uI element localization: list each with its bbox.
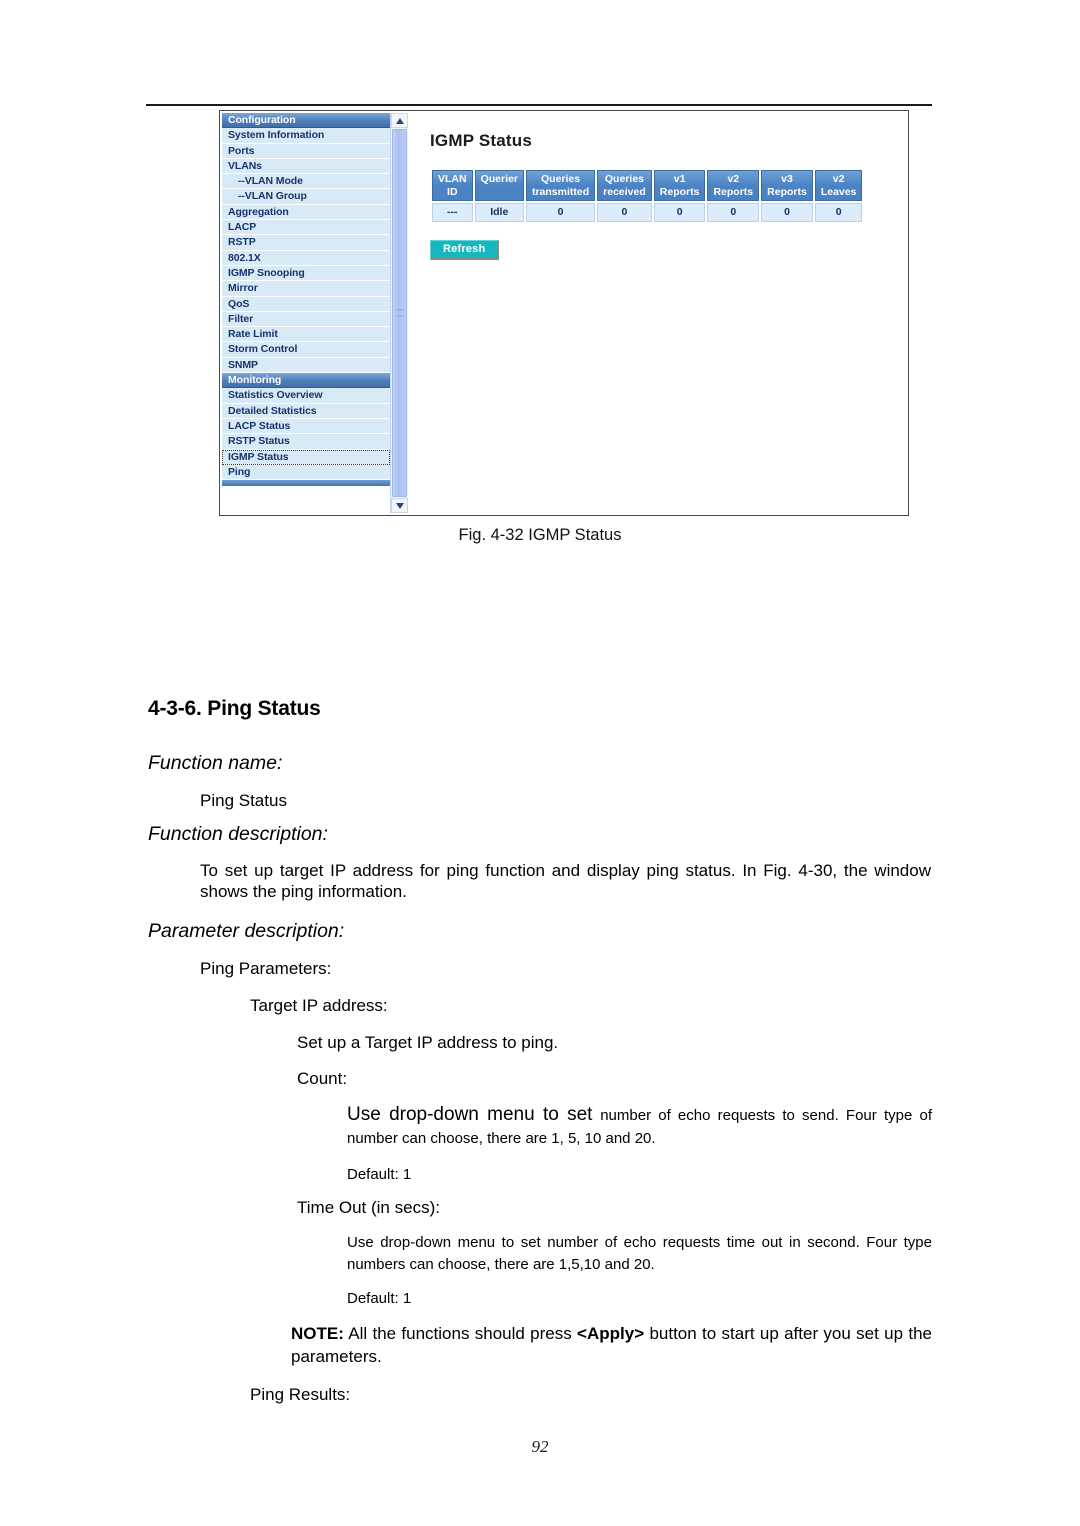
sidebar-item-mirror[interactable]: Mirror — [222, 281, 390, 297]
timeout-label: Time Out (in secs): — [297, 1198, 440, 1217]
table-header-cell: Querier — [474, 170, 524, 201]
scroll-down-arrow-icon[interactable] — [391, 498, 408, 513]
function-description-text: To set up target IP address for ping fun… — [200, 861, 931, 901]
timeout-description: Use drop-down menu to set number of echo… — [347, 1234, 932, 1273]
sidebar-item-vlans[interactable]: VLANs — [222, 158, 390, 175]
sidebar-item-vlan-group[interactable]: --VLAN Group — [222, 189, 390, 205]
sidebar-item-detailed-statistics[interactable]: Detailed Statistics — [222, 403, 390, 419]
timeout-default: Default: 1 — [347, 1290, 412, 1307]
table-header-cell: VLAN ID — [432, 170, 473, 201]
function-name-label: Function name: — [148, 752, 283, 774]
table-cell: 0 — [653, 203, 706, 222]
ping-parameters-label: Ping Parameters: — [200, 959, 332, 978]
sidebar-item-ping[interactable]: Ping — [222, 464, 390, 481]
note-emphasis: <Apply> — [577, 1324, 645, 1343]
count-label: Count: — [297, 1069, 348, 1088]
igmp-status-screenshot: Configuration System Information Ports VLAN… — [219, 110, 909, 516]
sidebar-item-aggregation[interactable]: Aggregation — [222, 204, 390, 221]
table-header-cell: v3 Reports — [761, 170, 813, 201]
app-sidebar: Configuration System Information Ports VLAN… — [222, 113, 410, 513]
sidebar-item-statistics-overview[interactable]: Statistics Overview — [222, 388, 390, 404]
sidebar-item-lacp[interactable]: LACP — [222, 220, 390, 236]
note-block: NOTE: All the functions should press <Ap… — [291, 1322, 932, 1368]
page-title: IGMP Status — [430, 131, 533, 150]
sidebar-item-igmp-snooping[interactable]: IGMP Snooping — [222, 265, 390, 282]
table-header-cell: v2 Reports — [707, 170, 760, 201]
table-cell: 0 — [525, 203, 596, 222]
sidebar-item-802-1x[interactable]: 802.1X — [222, 250, 390, 266]
note-prefix: NOTE: — [291, 1324, 344, 1343]
table-cell: --- — [432, 203, 473, 222]
sidebar-item-rstp-status[interactable]: RSTP Status — [222, 434, 390, 450]
table-cell: 0 — [761, 203, 813, 222]
app-main-pane: IGMP Status VLAN ID Querier Queries transmi… — [430, 131, 902, 260]
table-cell: Idle — [474, 203, 524, 222]
igmp-status-table: VLAN ID Querier Queries transmitted Queries r… — [430, 168, 864, 224]
sidebar-item-vlan-mode[interactable]: --VLAN Mode — [222, 174, 390, 190]
sidebar-bottom-bar — [222, 480, 390, 487]
count-description-lead: Use drop-down menu to set — [347, 1104, 593, 1125]
sidebar-item-filter[interactable]: Filter — [222, 311, 390, 328]
scrollbar-thumb[interactable] — [392, 129, 407, 497]
refresh-button[interactable]: Refresh — [430, 240, 500, 260]
table-body: --- Idle 0 0 0 0 0 0 — [432, 203, 863, 222]
page-top-rule — [146, 104, 932, 106]
sidebar-item-configuration: Configuration — [222, 113, 390, 129]
sidebar-item-rate-limit[interactable]: Rate Limit — [222, 327, 390, 343]
function-name-value: Ping Status — [200, 791, 287, 810]
scroll-up-arrow-icon[interactable] — [391, 113, 408, 128]
note-text-a: All the functions should press — [348, 1324, 572, 1343]
scrollbar-grip-icon — [396, 309, 403, 317]
parameter-description-label: Parameter description: — [148, 920, 345, 942]
scrollbar-track[interactable] — [391, 128, 408, 498]
table-cell: 0 — [814, 203, 863, 222]
section-heading: 4-3-6. Ping Status — [148, 697, 321, 720]
ping-results-label: Ping Results: — [250, 1385, 351, 1404]
table-header-cell: v1 Reports — [653, 170, 706, 201]
function-description-label: Function description: — [148, 823, 328, 845]
table-row: --- Idle 0 0 0 0 0 0 — [432, 203, 863, 222]
sidebar-item-lacp-status[interactable]: LACP Status — [222, 418, 390, 435]
sidebar-menu-list: Configuration System Information Ports VLAN… — [222, 113, 390, 513]
table-cell: 0 — [707, 203, 760, 222]
sidebar-item-qos[interactable]: QoS — [222, 296, 390, 312]
table-header-row: VLAN ID Querier Queries transmitted Queries r… — [432, 170, 863, 201]
page-number: 92 — [531, 1437, 549, 1456]
sidebar-item-system-information[interactable]: System Information — [222, 128, 390, 144]
sidebar-scrollbar[interactable] — [390, 113, 408, 513]
sidebar-item-monitoring: Monitoring — [222, 373, 390, 389]
sidebar-item-rstp[interactable]: RSTP — [222, 235, 390, 251]
table-cell: 0 — [597, 203, 652, 222]
figure-caption: Fig. 4-32 IGMP Status — [458, 526, 622, 544]
count-description: Use drop-down menu to set number of echo… — [347, 1104, 932, 1150]
count-default: Default: 1 — [347, 1166, 412, 1183]
sidebar-item-igmp-status[interactable]: IGMP Status — [222, 449, 390, 465]
target-ip-text: Set up a Target IP address to ping. — [297, 1033, 559, 1052]
sidebar-item-ports[interactable]: Ports — [222, 143, 390, 159]
table-header-cell: v2 Leaves — [814, 170, 863, 201]
target-ip-label: Target IP address: — [250, 996, 388, 1015]
sidebar-item-storm-control[interactable]: Storm Control — [222, 342, 390, 358]
table-header-cell: Queries received — [597, 170, 652, 201]
sidebar-item-snmp[interactable]: SNMP — [222, 357, 390, 374]
table-header-cell: Queries transmitted — [525, 170, 596, 201]
